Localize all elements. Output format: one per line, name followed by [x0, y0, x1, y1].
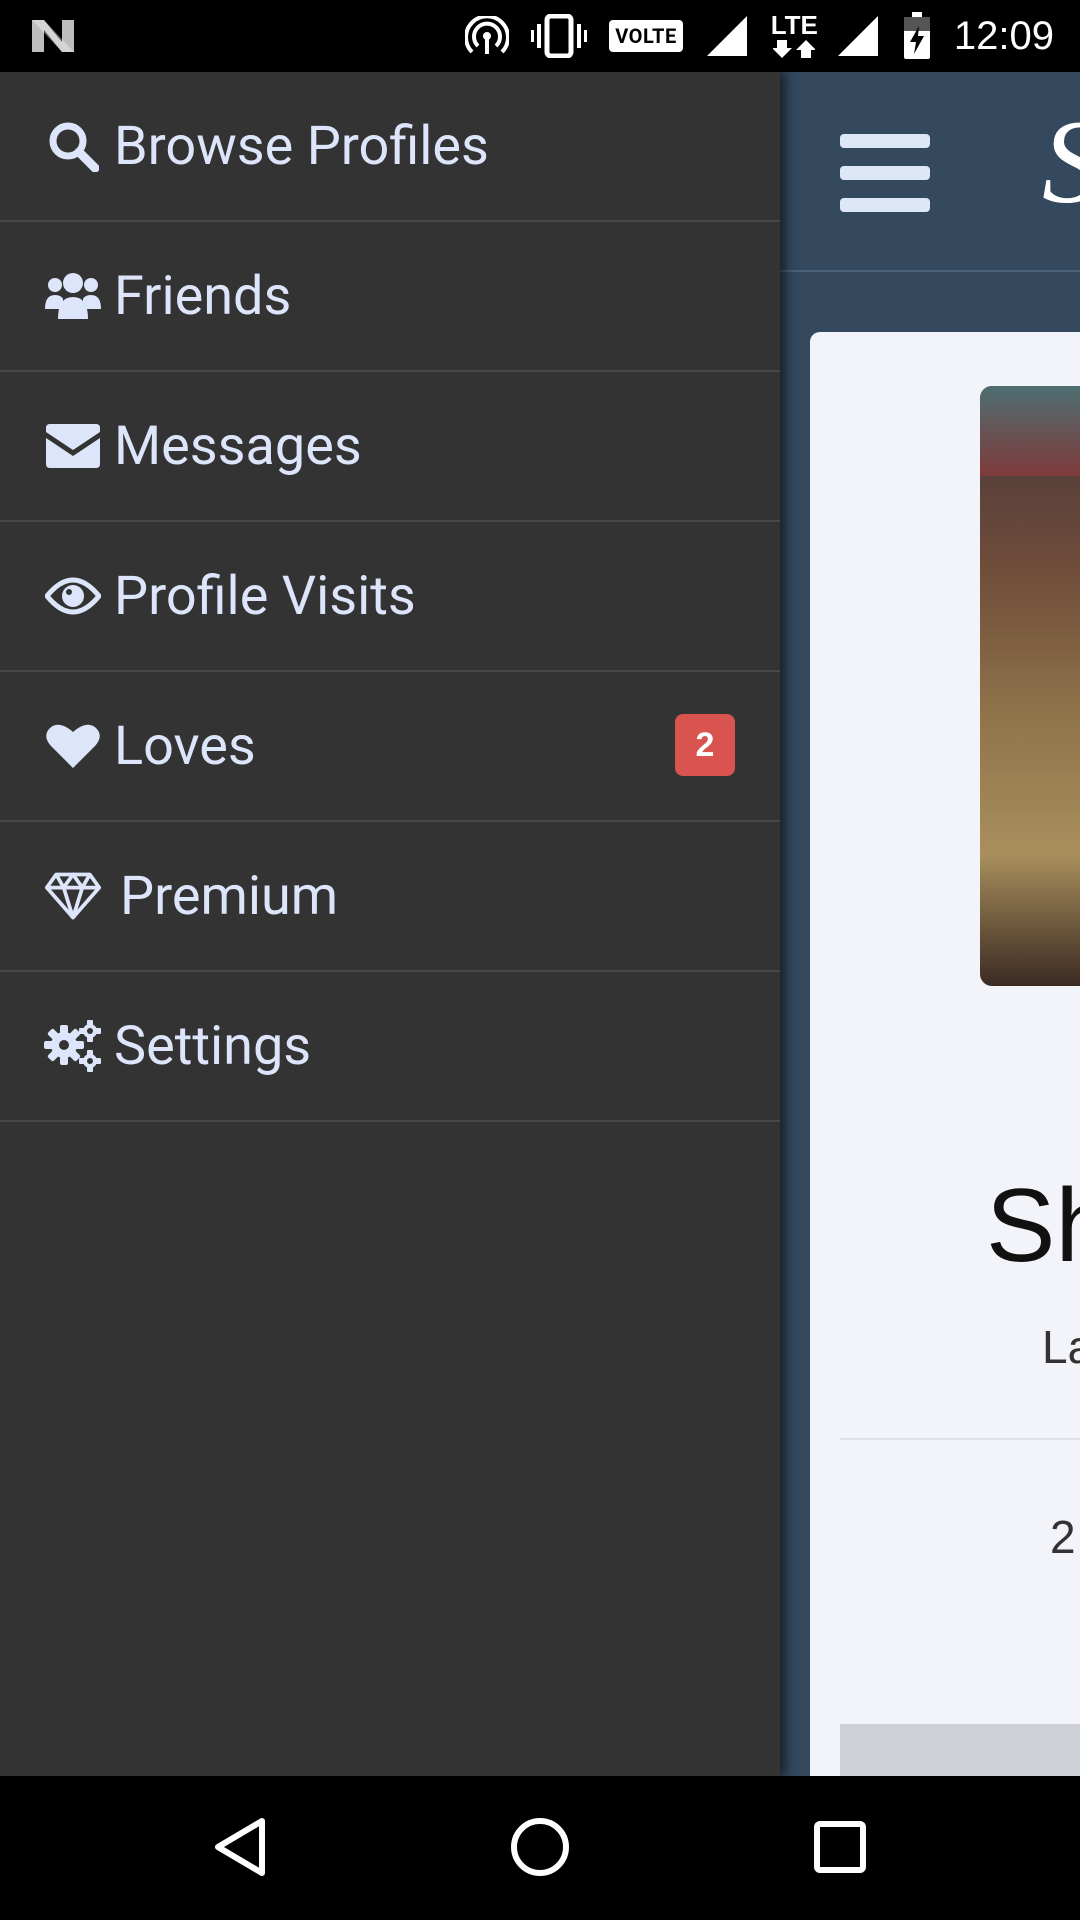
- status-bar: VOLTE LTE 12:09: [0, 0, 1080, 72]
- app-header: S: [780, 72, 1080, 272]
- clock: 12:09: [953, 13, 1054, 58]
- system-nav-bar: [0, 1776, 1080, 1920]
- profile-location: La: [1042, 1321, 1080, 1373]
- gears-icon: [44, 1017, 102, 1075]
- profile-photo[interactable]: [980, 386, 1080, 986]
- menu-item-messages[interactable]: Messages: [0, 372, 780, 522]
- battery-charging-icon: [902, 12, 932, 60]
- menu-item-label: Profile Visits: [114, 564, 416, 628]
- brand-logo: S: [1042, 102, 1080, 222]
- back-icon[interactable]: [205, 1812, 275, 1882]
- menu-item-label: Messages: [114, 414, 362, 478]
- menu-item-label: Premium: [120, 864, 339, 928]
- eye-icon: [44, 567, 102, 625]
- volte-icon: VOLTE: [609, 20, 683, 52]
- menu-item-profile-visits[interactable]: Profile Visits: [0, 522, 780, 672]
- menu-item-loves[interactable]: Loves 2: [0, 672, 780, 822]
- diamond-icon: [44, 867, 102, 925]
- lte-label: LTE: [770, 10, 818, 40]
- search-icon: [44, 117, 102, 175]
- home-icon[interactable]: [505, 1812, 575, 1882]
- menu-item-label: Settings: [114, 1014, 312, 1078]
- n-logo-icon: [30, 16, 76, 56]
- profile-stat: 2: [1050, 1511, 1076, 1563]
- menu-item-premium[interactable]: Premium: [0, 822, 780, 972]
- users-icon: [44, 267, 102, 325]
- hotspot-icon: [465, 16, 510, 56]
- divider: [840, 1438, 1080, 1440]
- vibrate-icon: [531, 14, 588, 58]
- menu-item-label: Browse Profiles: [114, 114, 489, 178]
- menu-item-browse-profiles[interactable]: Browse Profiles: [0, 72, 780, 222]
- lte-icon: LTE: [771, 12, 818, 60]
- profile-name: Sh: [986, 1168, 1080, 1284]
- menu-item-label: Loves: [114, 714, 256, 778]
- background-app: S Sh La 2: [780, 72, 1080, 1776]
- volte-label: VOLTE: [609, 20, 683, 52]
- recents-icon[interactable]: [805, 1812, 875, 1882]
- signal-icon: [705, 14, 749, 58]
- heart-icon: [44, 717, 102, 775]
- menu-item-settings[interactable]: Settings: [0, 972, 780, 1122]
- hamburger-menu-icon[interactable]: [840, 134, 930, 212]
- envelope-icon: [44, 417, 102, 475]
- signal-icon: [836, 14, 880, 58]
- action-button-area[interactable]: [840, 1724, 1080, 1776]
- loves-count-badge: 2: [675, 714, 735, 776]
- menu-item-friends[interactable]: Friends: [0, 222, 780, 372]
- navigation-drawer: Browse Profiles Friends Messages Profile…: [0, 72, 780, 1776]
- menu-item-label: Friends: [114, 264, 292, 328]
